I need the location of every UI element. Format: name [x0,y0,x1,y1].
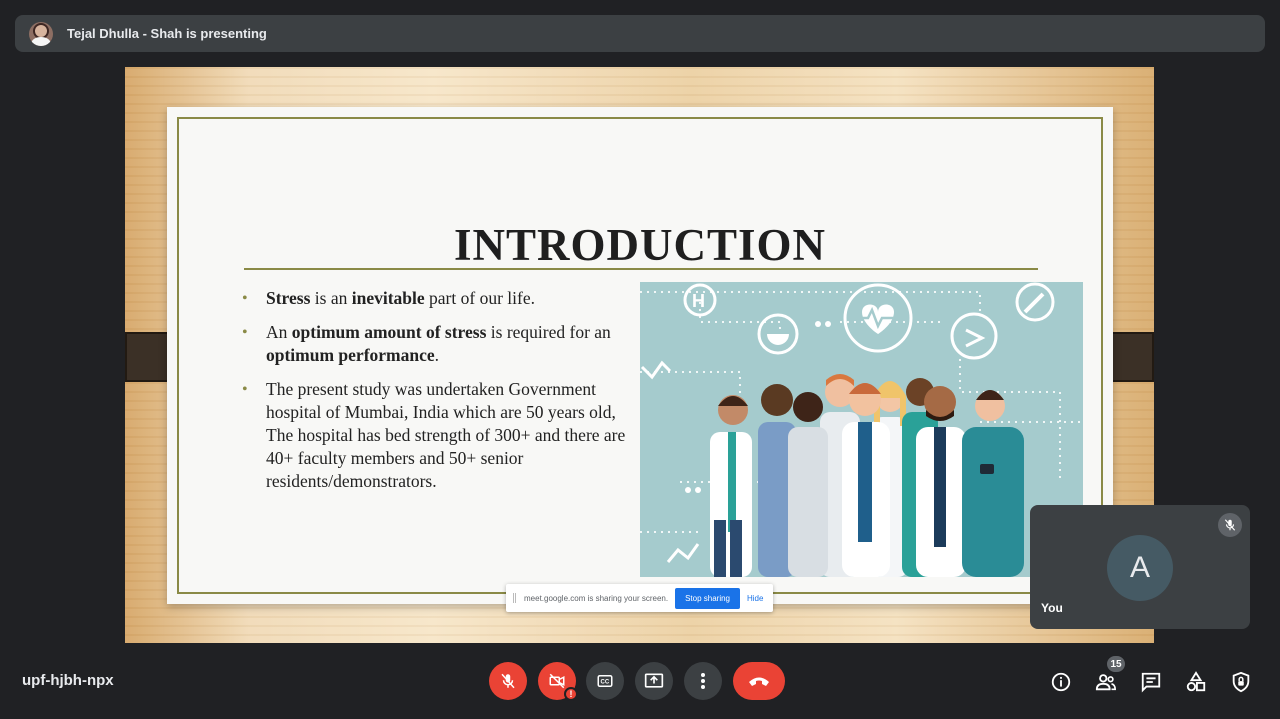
bullet-1-text-b: part of our life. [424,288,535,308]
meeting-code: upf-hjbh-npx [22,672,114,689]
mic-off-icon [501,673,515,689]
present-screen-icon [644,673,664,688]
bullet-1-bold-inevitable: inevitable [351,288,425,308]
svg-text:H: H [692,291,705,311]
participant-count-badge: 15 [1106,655,1126,673]
bullet-3-text: The present study was undertaken Governm… [266,379,626,491]
people-icon [1095,674,1116,691]
chat-icon [1141,672,1161,693]
bullet-item: An optimum amount of stress is required … [242,321,627,367]
presenter-avatar [29,21,53,46]
stop-sharing-button[interactable]: Stop sharing [675,587,740,609]
presenter-bar: Tejal Dhulla - Shah is presenting [15,15,1265,52]
more-vert-icon [701,673,705,689]
medical-team [710,374,1024,577]
end-call-button[interactable] [733,662,785,700]
mic-off-icon [1218,513,1242,537]
svg-text:CC: CC [601,680,610,686]
bullet-1-bold-stress: Stress [266,288,311,308]
bullet-item: The present study was undertaken Governm… [242,378,627,493]
activities-button[interactable] [1184,670,1208,694]
camera-off-icon [549,673,565,689]
title-divider [244,268,1038,270]
doctors-illustration: H [640,282,1083,577]
activities-icon [1186,671,1206,692]
dna-icon [950,312,998,360]
self-video-tile[interactable]: A You [1030,505,1250,629]
bullet-2-text-c: . [434,345,440,365]
camera-toggle-button[interactable]: ! [538,662,578,701]
bullet-item: Stress is an inevitable part of our life… [242,287,627,310]
avatar: A [1107,535,1173,601]
self-name-label: You [1041,601,1063,615]
presenter-label: Tejal Dhulla - Shah is presenting [67,26,267,41]
share-banner-text: meet.google.com is sharing your screen. [524,593,669,603]
captions-icon: CC [597,675,613,687]
end-call-icon [749,677,769,686]
chat-button[interactable] [1139,670,1163,694]
bullet-2-text-b: is required for an [486,322,611,342]
bullet-2-text-a: An [266,322,292,342]
presentation-slide: INTRODUCTION Stress is an inevitable par… [167,107,1113,604]
bullet-1-text-a: is an [310,288,352,308]
bullet-list: Stress is an inevitable part of our life… [242,287,627,504]
mic-toggle-button[interactable] [489,662,527,700]
meeting-details-button[interactable] [1049,670,1073,694]
host-controls-icon [1232,671,1250,693]
camera-alert-badge: ! [564,687,578,701]
present-now-button[interactable] [635,662,673,700]
drag-handle-icon[interactable] [513,593,516,603]
host-controls-button[interactable] [1229,670,1253,694]
doctors-illustration-svg: H [640,282,1083,577]
bullet-2-bold-a: optimum amount of stress [291,322,487,342]
bullet-2-bold-b: optimum performance [266,345,435,365]
info-icon [1051,672,1071,692]
screen-share-banner: meet.google.com is sharing your screen. … [506,584,773,612]
hide-banner-button[interactable]: Hide [747,594,763,603]
people-button[interactable] [1094,670,1118,694]
more-options-button[interactable] [684,662,722,700]
slide-title: INTRODUCTION [453,220,827,270]
shared-screen: INTRODUCTION Stress is an inevitable par… [125,67,1154,643]
captions-button[interactable]: CC [586,662,624,700]
